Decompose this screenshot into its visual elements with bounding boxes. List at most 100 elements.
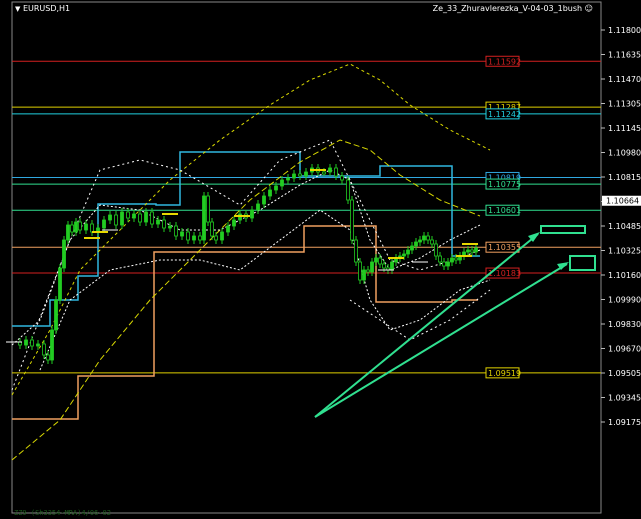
candle-body (220, 231, 224, 241)
candle-body (250, 209, 254, 219)
candle-body (292, 173, 296, 179)
dropdown-triangle-icon[interactable]: ▼ (15, 5, 20, 13)
candle-body (366, 269, 370, 273)
ma-slow (11, 139, 481, 461)
candle-body (144, 211, 148, 223)
candle-body (162, 219, 166, 229)
axis-price-label: 1.11145 (608, 124, 641, 133)
candle-body (358, 261, 362, 281)
candle-body (114, 214, 118, 226)
level-label: 1.11242 (488, 110, 521, 119)
candle-body (280, 179, 284, 187)
candle-body (426, 235, 430, 241)
annotation-arrow-upper (314, 233, 539, 418)
axis-price-label: 1.11800 (608, 26, 641, 35)
candle-body (434, 243, 438, 257)
axis-price-label: 1.10815 (608, 173, 641, 182)
candle-body (402, 253, 406, 257)
candle-body (174, 225, 178, 237)
candle-body (354, 239, 358, 263)
candle-body (70, 224, 74, 233)
candle-body (304, 171, 308, 177)
candle-body (262, 195, 266, 205)
candle-body (422, 235, 426, 241)
candle-body (202, 195, 206, 241)
candle-body (454, 257, 458, 261)
candle-body (450, 257, 454, 263)
candle-body (442, 261, 446, 267)
level-label: 1.10775 (488, 180, 521, 189)
axis-price-label: 1.11470 (608, 75, 641, 84)
candle-body (378, 257, 382, 265)
candle-body (418, 239, 422, 243)
level-label: 1.11592 (488, 57, 521, 66)
candle-body (62, 239, 66, 269)
candle-body (226, 225, 230, 233)
axis-price-label: 1.09670 (608, 345, 641, 354)
candle-body (156, 219, 160, 225)
symbol-timeframe: EURUSD,H1 (22, 4, 71, 13)
axis-price-label: 1.09505 (608, 369, 641, 378)
candle-body (286, 177, 290, 181)
candle-body (430, 239, 434, 245)
candle-body (346, 179, 350, 201)
candle-body (46, 354, 50, 361)
level-label: 1.10601 (488, 206, 521, 215)
candle-body (210, 221, 214, 237)
candle-body (382, 263, 386, 269)
candle-body (126, 211, 130, 219)
axis-price-label: 1.10485 (608, 222, 641, 231)
axis-price-label: 1.10325 (608, 247, 641, 256)
axis-price-label: 1.11305 (608, 100, 641, 109)
candle-body (370, 261, 374, 273)
candle-body (350, 199, 354, 241)
candle-body (410, 245, 414, 251)
candle-body (438, 255, 442, 263)
current-price-label: 1.10664 (606, 197, 639, 206)
candle-body (108, 214, 112, 221)
candle-body (66, 224, 70, 241)
candle-body (390, 261, 394, 271)
candle-body (206, 195, 210, 223)
candle-body (466, 249, 470, 253)
candle-body (84, 223, 88, 231)
upper-step-channel (12, 151, 480, 327)
candle-body (78, 221, 82, 231)
candle-body (328, 167, 332, 173)
candle-body (138, 213, 142, 223)
candle-body (30, 339, 34, 347)
axis-price-label: 1.10980 (608, 149, 641, 158)
smiley-icon: ☺ (584, 4, 593, 13)
target-box-upper (540, 225, 586, 234)
indicator-name: Ze_33_Zhuravlerezka_V-04-03_1bush (432, 4, 583, 13)
candle-body (406, 249, 410, 255)
candle-body (186, 231, 190, 241)
axis-price-label: 1.09830 (608, 320, 641, 329)
candle-body (168, 225, 172, 229)
candle-body (120, 211, 124, 226)
candle-body (192, 235, 196, 241)
candle-body (362, 269, 366, 281)
chart-window[interactable]: 1.11800 1.11635 1.11470 1.11305 1.11145 1.109… (0, 0, 641, 519)
candle-body (214, 235, 218, 241)
level-label: 1.09519 (488, 369, 521, 378)
candle-body (474, 247, 478, 253)
axis-price-label: 1.11635 (608, 51, 641, 60)
axis-price-label: 1.09345 (608, 394, 641, 403)
axis-price-label: 1.09990 (608, 296, 641, 305)
candle-body (50, 329, 54, 361)
candle-body (36, 343, 40, 347)
candle-body (150, 211, 154, 225)
candle-body (446, 261, 450, 267)
candle-body (470, 249, 474, 253)
candle-body (74, 221, 78, 233)
annotation-arrow-lower (314, 263, 568, 418)
candle-body (340, 175, 344, 181)
candle-body (42, 343, 46, 356)
candle-body (268, 189, 272, 197)
symbol-header: ▼ EURUSD,H1 (15, 4, 70, 13)
axis-price-label: 1.09175 (608, 418, 641, 427)
footer-text: ZZ9 (Sh3354-MRA)4/06-02 (14, 509, 111, 517)
candle-body (334, 167, 338, 177)
price-chart[interactable]: 1.11800 1.11635 1.11470 1.11305 1.11145 1.109… (0, 0, 641, 519)
